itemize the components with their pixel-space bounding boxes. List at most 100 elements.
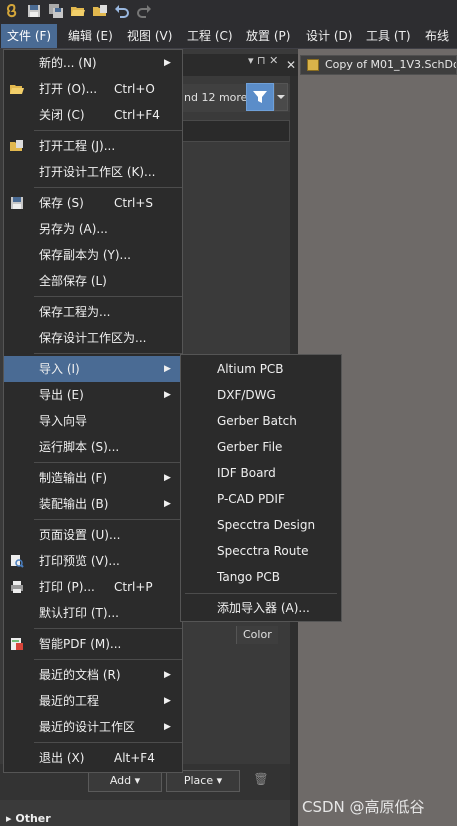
menu-item-default-print[interactable]: 默认打印 (T)... — [4, 600, 182, 626]
menu-separator — [185, 593, 337, 594]
menu-design[interactable]: 设计 (D) — [300, 24, 358, 48]
file-menu: 新的... (N) ▶ 打开 (O)... Ctrl+O 关闭 (C) Ctrl… — [3, 49, 183, 773]
search-input[interactable] — [182, 120, 290, 142]
menu-item-save-project-as[interactable]: 保存工程为... — [4, 299, 182, 325]
filter-summary-text: nd 12 more) — [184, 91, 252, 104]
import-tango-pcb[interactable]: Tango PCB — [181, 564, 341, 590]
import-dxf-dwg[interactable]: DXF/DWG — [181, 382, 341, 408]
menu-item-save-copy-as[interactable]: 保存副本为 (Y)... — [4, 242, 182, 268]
menu-item-export[interactable]: 导出 (E) ▶ — [4, 382, 182, 408]
menu-item-save-workspace-as[interactable]: 保存设计工作区为... — [4, 325, 182, 351]
import-idf-board[interactable]: IDF Board — [181, 460, 341, 486]
menu-item-label: 关闭 (C) — [39, 108, 85, 122]
print-icon — [11, 581, 23, 593]
submenu-arrow-icon: ▶ — [164, 722, 171, 732]
import-altium-pcb[interactable]: Altium PCB — [181, 356, 341, 382]
open-project-icon[interactable] — [92, 3, 108, 19]
import-gerber-batch[interactable]: Gerber Batch — [181, 408, 341, 434]
other-section-header[interactable]: ▸ Other — [6, 812, 51, 825]
menu-edit[interactable]: 编辑 (E) — [62, 24, 119, 48]
app-logo-icon[interactable] — [4, 3, 20, 19]
import-specctra-route[interactable]: Specctra Route — [181, 538, 341, 564]
menu-item-open-project[interactable]: 打开工程 (J)... — [4, 133, 182, 159]
menu-item-label: 保存工程为... — [39, 305, 111, 319]
trash-icon[interactable]: 🗑 — [250, 772, 272, 792]
menu-item-label: 导入 (I) — [39, 362, 80, 376]
menu-item-run-script[interactable]: 运行脚本 (S)... — [4, 434, 182, 460]
save-icon — [11, 197, 23, 209]
menu-separator — [34, 462, 182, 463]
menu-item-label: 打开工程 (J)... — [39, 139, 116, 153]
menu-project[interactable]: 工程 (C) — [181, 24, 239, 48]
menu-item-print[interactable]: 打印 (P)... Ctrl+P — [4, 574, 182, 600]
open-project-icon — [10, 140, 23, 151]
add-button[interactable]: Add ▾ — [88, 770, 162, 792]
save-all-icon[interactable] — [48, 3, 64, 19]
menu-item-print-preview[interactable]: 打印预览 (V)... — [4, 548, 182, 574]
menu-separator — [34, 353, 182, 354]
menu-item-recent-projects[interactable]: 最近的工程 ▶ — [4, 688, 182, 714]
submenu-arrow-icon: ▶ — [164, 473, 171, 483]
submenu-arrow-icon: ▶ — [164, 364, 171, 374]
import-specctra-design[interactable]: Specctra Design — [181, 512, 341, 538]
menu-item-label: 保存设计工作区为... — [39, 331, 147, 345]
menu-item-recent-workspaces[interactable]: 最近的设计工作区 ▶ — [4, 714, 182, 740]
menu-item-close[interactable]: 关闭 (C) Ctrl+F4 — [4, 102, 182, 128]
submenu-arrow-icon: ▶ — [164, 696, 171, 706]
menu-tools[interactable]: 工具 (T) — [360, 24, 417, 48]
place-button[interactable]: Place ▾ — [166, 770, 240, 792]
menu-item-smart-pdf[interactable]: 智能PDF (M)... — [4, 631, 182, 657]
redo-icon[interactable] — [136, 3, 152, 19]
menu-item-new[interactable]: 新的... (N) ▶ — [4, 50, 182, 76]
menu-item-label: 打开 (O)... — [39, 82, 98, 96]
import-gerber-file[interactable]: Gerber File — [181, 434, 341, 460]
menu-item-save[interactable]: 保存 (S) Ctrl+S — [4, 190, 182, 216]
menu-item-fabrication-outputs[interactable]: 制造输出 (F) ▶ — [4, 465, 182, 491]
filter-button[interactable] — [246, 83, 274, 111]
document-tab-label: Copy of M01_1V3.SchDoc — [325, 58, 457, 71]
menu-item-label: 运行脚本 (S)... — [39, 440, 120, 454]
menu-item-assembly-outputs[interactable]: 装配输出 (B) ▶ — [4, 491, 182, 517]
menu-item-label: 页面设置 (U)... — [39, 528, 121, 542]
menu-item-exit[interactable]: 退出 (X) Alt+F4 — [4, 745, 182, 771]
panel-header — [180, 54, 298, 76]
menu-file[interactable]: 文件 (F) — [1, 24, 58, 48]
menu-item-shortcut: Alt+F4 — [114, 751, 155, 765]
add-importer[interactable]: 添加导入器 (A)... — [181, 595, 341, 621]
other-label: Other — [15, 812, 51, 825]
menu-item-recent-documents[interactable]: 最近的文档 (R) ▶ — [4, 662, 182, 688]
filter-dropdown-button[interactable] — [274, 83, 288, 111]
menu-item-import-wizard[interactable]: 导入向导 — [4, 408, 182, 434]
save-icon[interactable] — [26, 3, 42, 19]
menu-item-import[interactable]: 导入 (I) ▶ — [4, 356, 182, 382]
quick-access-toolbar — [0, 0, 457, 24]
menu-item-shortcut: Ctrl+S — [114, 196, 154, 210]
menu-view[interactable]: 视图 (V) — [121, 24, 178, 48]
menu-item-open-workspace[interactable]: 打开设计工作区 (K)... — [4, 159, 182, 185]
document-tab[interactable]: Copy of M01_1V3.SchDoc — [300, 55, 457, 75]
import-pcad-pdif[interactable]: P-CAD PDIF — [181, 486, 341, 512]
funnel-icon — [253, 91, 267, 103]
import-submenu: Altium PCB DXF/DWG Gerber Batch Gerber F… — [180, 354, 342, 622]
menu-item-label: 导入向导 — [39, 414, 88, 428]
color-column-header[interactable]: Color — [236, 626, 278, 644]
menu-item-save-all[interactable]: 全部保存 (L) — [4, 268, 182, 294]
open-folder-icon[interactable] — [70, 3, 86, 19]
menu-item-page-setup[interactable]: 页面设置 (U)... — [4, 522, 182, 548]
menu-item-label: 打印 (P)... — [39, 580, 95, 594]
menu-route[interactable]: 布线 — [419, 24, 455, 48]
menu-item-open[interactable]: 打开 (O)... Ctrl+O — [4, 76, 182, 102]
menu-item-save-as[interactable]: 另存为 (A)... — [4, 216, 182, 242]
menu-item-label: 另存为 (A)... — [39, 222, 108, 236]
panel-controls[interactable]: ▾ ⊓ ✕ — [248, 54, 278, 67]
menu-separator — [34, 628, 182, 629]
menu-place[interactable]: 放置 (P) — [240, 24, 296, 48]
menu-item-label: 保存副本为 (Y)... — [39, 248, 131, 262]
undo-icon[interactable] — [114, 3, 130, 19]
menu-item-label: 全部保存 (L) — [39, 274, 107, 288]
menu-item-label: 装配输出 (B) — [39, 497, 109, 511]
menu-item-shortcut: Ctrl+P — [114, 580, 153, 594]
menu-separator — [34, 296, 182, 297]
close-icon[interactable]: ✕ — [283, 55, 299, 75]
folder-open-icon — [10, 85, 24, 94]
